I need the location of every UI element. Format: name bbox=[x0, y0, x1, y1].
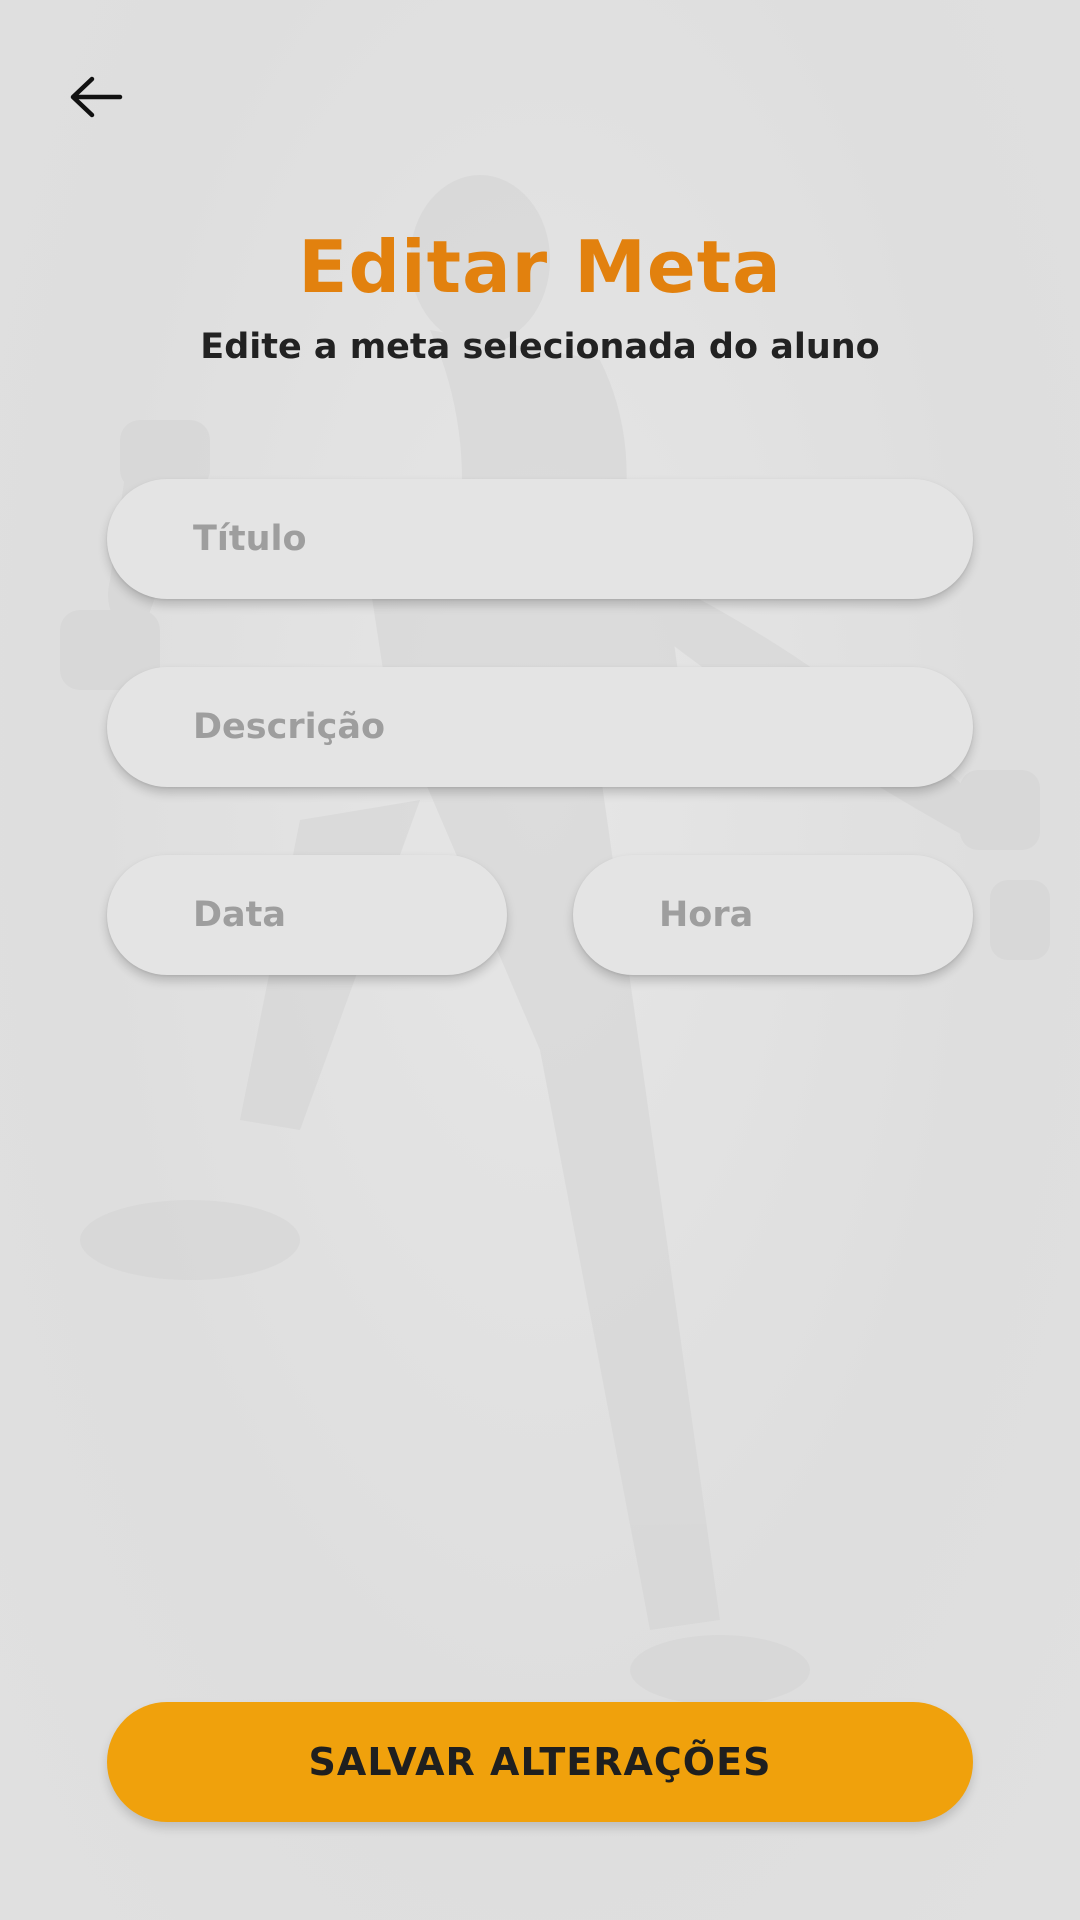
arrow-left-icon bbox=[70, 76, 123, 118]
hora-field[interactable] bbox=[573, 855, 973, 975]
save-changes-button[interactable]: SALVAR ALTERAÇÕES bbox=[107, 1702, 973, 1822]
page-subtitle: Edite a meta selecionada do aluno bbox=[200, 327, 880, 367]
data-field[interactable] bbox=[107, 855, 507, 975]
data-input[interactable] bbox=[193, 855, 507, 975]
back-button[interactable] bbox=[60, 68, 132, 126]
hora-input[interactable] bbox=[659, 855, 973, 975]
titulo-input[interactable] bbox=[193, 479, 973, 599]
page-title: Editar Meta bbox=[298, 225, 782, 309]
descricao-input[interactable] bbox=[193, 667, 973, 787]
titulo-field[interactable] bbox=[107, 479, 973, 599]
descricao-field[interactable] bbox=[107, 667, 973, 787]
